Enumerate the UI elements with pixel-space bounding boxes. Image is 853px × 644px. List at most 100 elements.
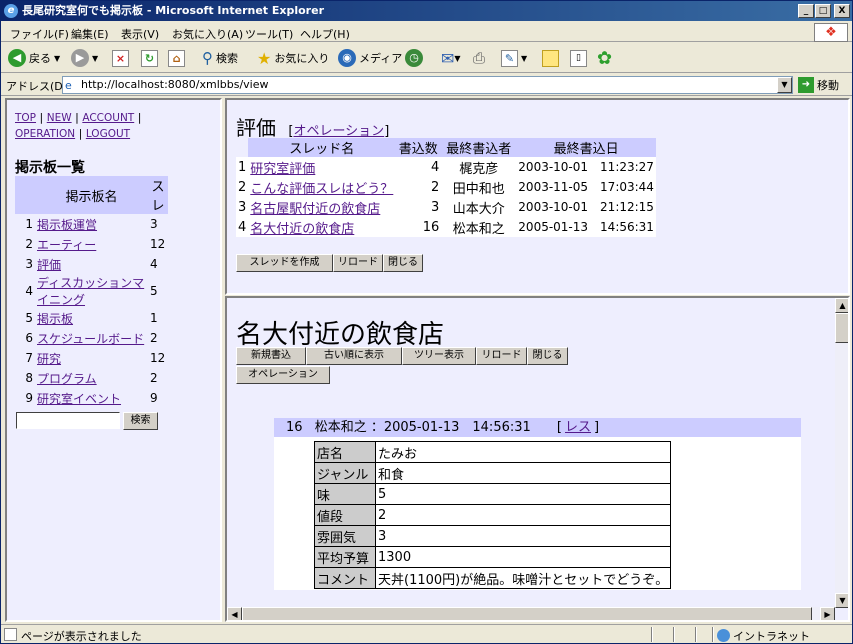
menu-help[interactable]: ヘルプ(H): [300, 26, 350, 42]
browser-window: e 長尾研究室何でも掲示板 - Microsoft Internet Explo…: [0, 0, 853, 644]
post-field-row: 値段 2: [314, 504, 672, 526]
board-link[interactable]: プログラム: [37, 372, 97, 386]
scroll-right-icon[interactable]: ▶: [820, 607, 835, 620]
home-button[interactable]: ⌂: [168, 48, 185, 68]
media-button[interactable]: ◉ メディア: [338, 48, 402, 68]
forward-button[interactable]: ▶ ▼: [71, 48, 98, 68]
thread-link[interactable]: 名大付近の飲食店: [250, 222, 354, 237]
go-button[interactable]: ➜ 移動: [798, 76, 839, 94]
menu-file[interactable]: ファイル(F): [10, 26, 69, 42]
reload-button[interactable]: リロード: [333, 254, 383, 272]
thread-row-date-day: 2003-10-01: [518, 160, 589, 174]
discuss-button[interactable]: [542, 48, 559, 68]
operation-link[interactable]: OPERATION: [15, 128, 75, 140]
thread-row-user: 梶克彦: [441, 157, 517, 177]
menu-view[interactable]: 表示(V): [121, 26, 159, 42]
post-16: 16 松本和之 ：2005-01-13 14:56:31 [レス] 店名 たみおジ…: [274, 418, 801, 590]
menu-edit[interactable]: 編集(E): [71, 26, 109, 42]
board-row-name: 掲示板: [35, 308, 148, 328]
board-link[interactable]: スケジュールボード: [37, 332, 144, 346]
mail-button[interactable]: ✉ ▼: [441, 48, 461, 68]
top-link[interactable]: TOP: [15, 112, 36, 124]
favorites-button[interactable]: ★ お気に入り: [257, 48, 329, 68]
reply-link[interactable]: レス: [565, 420, 591, 435]
menu-tools[interactable]: ツール(T): [245, 26, 293, 42]
minimize-button[interactable]: _: [798, 4, 814, 18]
tree-view-button[interactable]: ツリー表示: [402, 347, 476, 365]
create-thread-button[interactable]: スレッドを作成: [236, 254, 333, 272]
thread-row-count: 2: [395, 177, 442, 197]
thread-count-header: 書込数: [395, 138, 442, 157]
back-button[interactable]: ◀ 戻る ▼: [8, 48, 60, 68]
security-zone: イントラネット: [717, 628, 810, 643]
vertical-scroll-thumb[interactable]: [835, 313, 848, 343]
nav-links: TOP | NEW | ACCOUNT | OPERATION | LOGOUT: [15, 111, 142, 140]
stop-button[interactable]: ×: [112, 48, 129, 68]
thread-name-header: スレッド名: [248, 138, 396, 157]
close-button[interactable]: X: [834, 4, 850, 18]
maximize-button[interactable]: □: [815, 4, 831, 18]
board-list-title: 掲示板一覧: [15, 160, 85, 176]
print-button[interactable]: ⎙: [473, 48, 485, 68]
thread-link[interactable]: 研究室評価: [250, 162, 315, 177]
address-dropdown[interactable]: ▼: [777, 77, 792, 93]
board-row-name: スケジュールボード: [35, 328, 148, 348]
close-thread-button[interactable]: 閉じる: [527, 347, 568, 365]
board-list-table: 掲示板名 スレ 1 掲示板運営 3 2 エーティー 12 3 評価 4 4 ディスカッションマイニン…: [15, 176, 168, 428]
board-link[interactable]: 掲示板運営: [37, 218, 97, 232]
board-link[interactable]: 掲示板: [37, 312, 73, 326]
address-label: アドレス(D): [6, 80, 68, 93]
board-row-count: 12: [150, 351, 166, 365]
thread-link[interactable]: こんな評価スレはどう？: [250, 182, 393, 197]
board-link[interactable]: 研究室イベント: [37, 392, 121, 406]
board-link[interactable]: ディスカッションマイニング: [37, 276, 144, 307]
window-title: 長尾研究室何でも掲示板 - Microsoft Internet Explore…: [22, 4, 324, 17]
scroll-up-icon[interactable]: ▲: [835, 298, 848, 313]
board-row-number: 2: [25, 237, 33, 251]
board-operation-link[interactable]: オペレーション: [293, 124, 384, 139]
new-post-button[interactable]: 新規書込: [236, 347, 306, 365]
thread-row: 3 名古屋駅付近の飲食店 3 山本大介 2003-10-01 21:12:15: [236, 197, 656, 217]
board-link[interactable]: エーティー: [37, 238, 96, 252]
title-bar: e 長尾研究室何でも掲示板 - Microsoft Internet Explo…: [1, 1, 852, 21]
menu-favorites[interactable]: お気に入り(A): [172, 26, 243, 42]
post-field-row: 雰囲気 3: [314, 525, 672, 547]
board-link[interactable]: 評価: [37, 258, 61, 272]
board-row-name: 研究: [35, 348, 148, 368]
horizontal-scroll-thumb[interactable]: [242, 607, 812, 620]
messenger-button[interactable]: ▯: [570, 48, 587, 68]
thread-row-date-day: 2003-10-01: [518, 200, 589, 214]
board-row-count: 2: [150, 331, 158, 345]
close-frame-button[interactable]: 閉じる: [383, 254, 423, 272]
icq-button[interactable]: ✿: [597, 48, 612, 69]
chevron-down-icon: ▼: [54, 53, 61, 63]
thread-operation-button[interactable]: オペレーション: [236, 366, 330, 384]
account-link[interactable]: ACCOUNT: [82, 112, 134, 124]
reload-thread-button[interactable]: リロード: [476, 347, 527, 365]
search-icon: ⚲: [202, 49, 213, 67]
board-row: 6 スケジュールボード 2: [15, 328, 168, 348]
windows-logo-icon: ❖: [814, 23, 848, 42]
thread-row-count: 3: [395, 197, 442, 217]
logout-link[interactable]: LOGOUT: [86, 128, 130, 140]
thread-row-number: 3: [236, 197, 249, 217]
thread-row-date-day: 2003-11-05: [518, 180, 589, 194]
search-submit-button[interactable]: 検索: [123, 412, 158, 430]
horizontal-scrollbar[interactable]: ◀ ▶: [227, 607, 835, 620]
thread-list-buttons: スレッドを作成 リロード 閉じる: [236, 254, 423, 272]
search-button[interactable]: ⚲ 検索: [202, 48, 238, 68]
search-input[interactable]: [16, 412, 120, 429]
new-link[interactable]: NEW: [47, 112, 72, 124]
post-field-key: 平均予算: [314, 546, 376, 568]
scroll-down-icon[interactable]: ▼: [835, 593, 848, 608]
vertical-scrollbar[interactable]: ▲ ▼: [835, 298, 848, 608]
scroll-left-icon[interactable]: ◀: [227, 607, 242, 620]
history-button[interactable]: ◷: [405, 48, 426, 68]
refresh-button[interactable]: ↻: [141, 48, 158, 68]
oldest-first-button[interactable]: 古い順に表示: [306, 347, 402, 365]
edit-button[interactable]: ✎ ▼: [501, 48, 527, 68]
thread-link[interactable]: 名古屋駅付近の飲食店: [250, 202, 380, 217]
address-input[interactable]: e http://localhost:8080/xmlbbs/view: [62, 76, 793, 94]
board-link[interactable]: 研究: [37, 352, 61, 366]
board-count-header: スレ: [148, 176, 168, 214]
